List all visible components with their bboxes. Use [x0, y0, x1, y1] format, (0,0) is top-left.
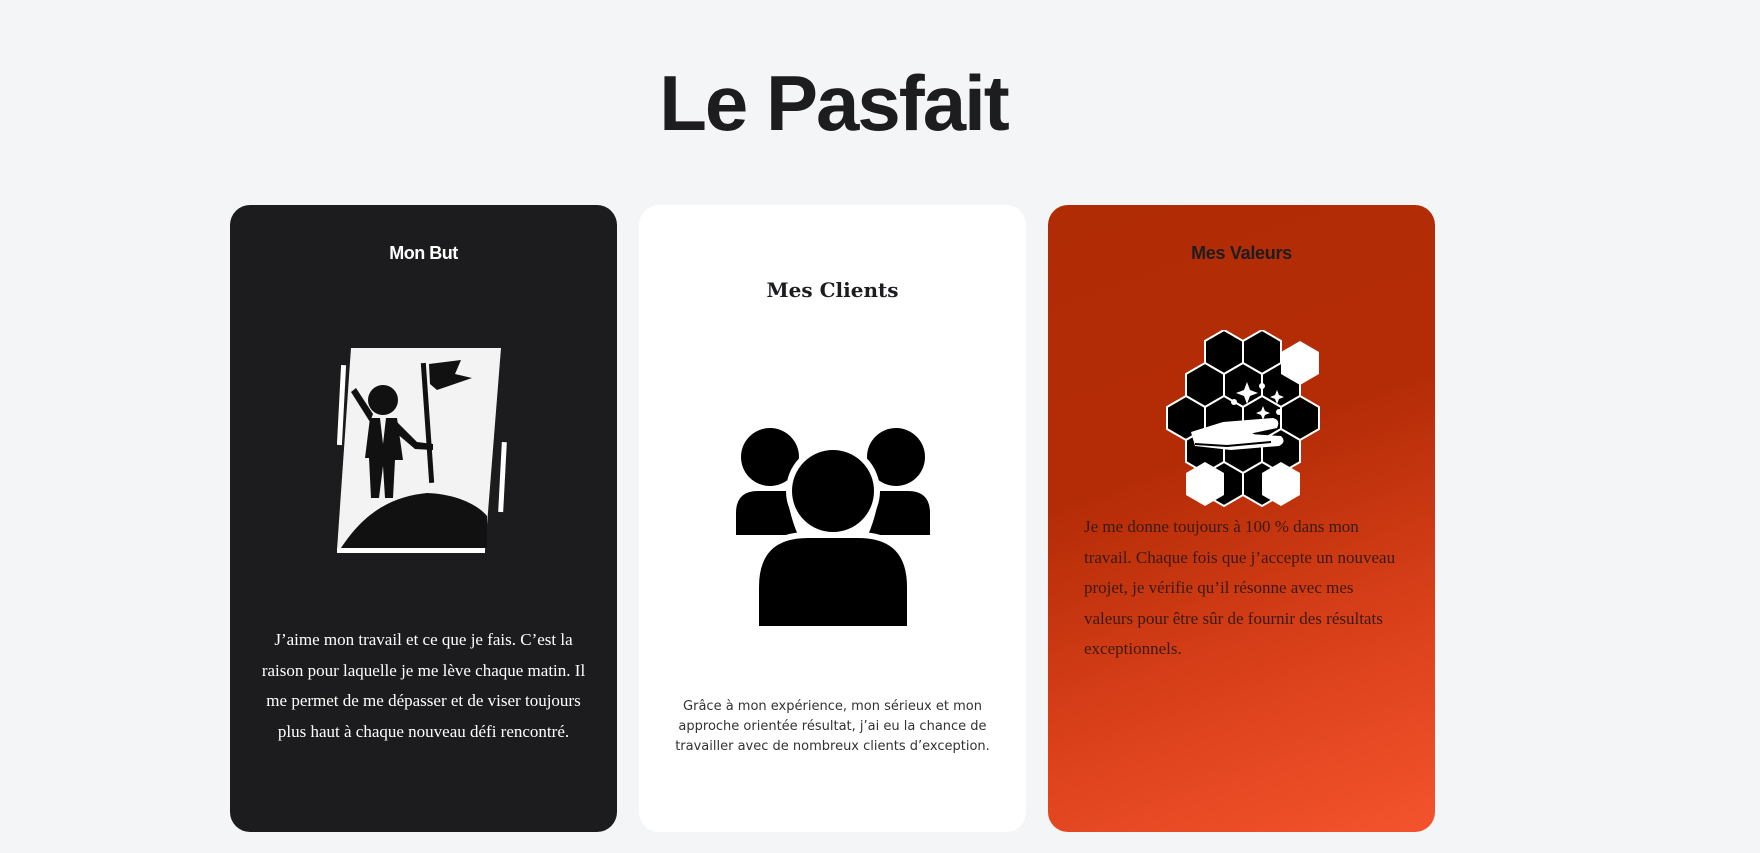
card-mon-but: Mon But J’aime mon travail et ce que je …: [230, 205, 617, 832]
page-title: Le Pasfait: [659, 59, 1009, 147]
group-users-icon: [736, 428, 930, 629]
hexagon-handshake-icon: [1166, 330, 1320, 507]
card-text: Je me donne toujours à 100 % dans mon tr…: [1084, 517, 1396, 658]
card-title: Mon But: [389, 243, 458, 263]
card-mes-valeurs: Mes Valeurs Je me donne toujours à 100 %…: [1048, 205, 1435, 832]
card-text: J’aime mon travail et ce que je fais. C’…: [261, 630, 586, 741]
summit-flag-icon: [337, 348, 507, 553]
card-title: Mes Clients: [766, 278, 899, 302]
card-mes-clients: Mes Clients Grâce à mon expérience, mon …: [639, 205, 1026, 832]
card-text: Grâce à mon expérience, mon sérieux et m…: [675, 699, 990, 754]
card-title: Mes Valeurs: [1191, 243, 1292, 263]
